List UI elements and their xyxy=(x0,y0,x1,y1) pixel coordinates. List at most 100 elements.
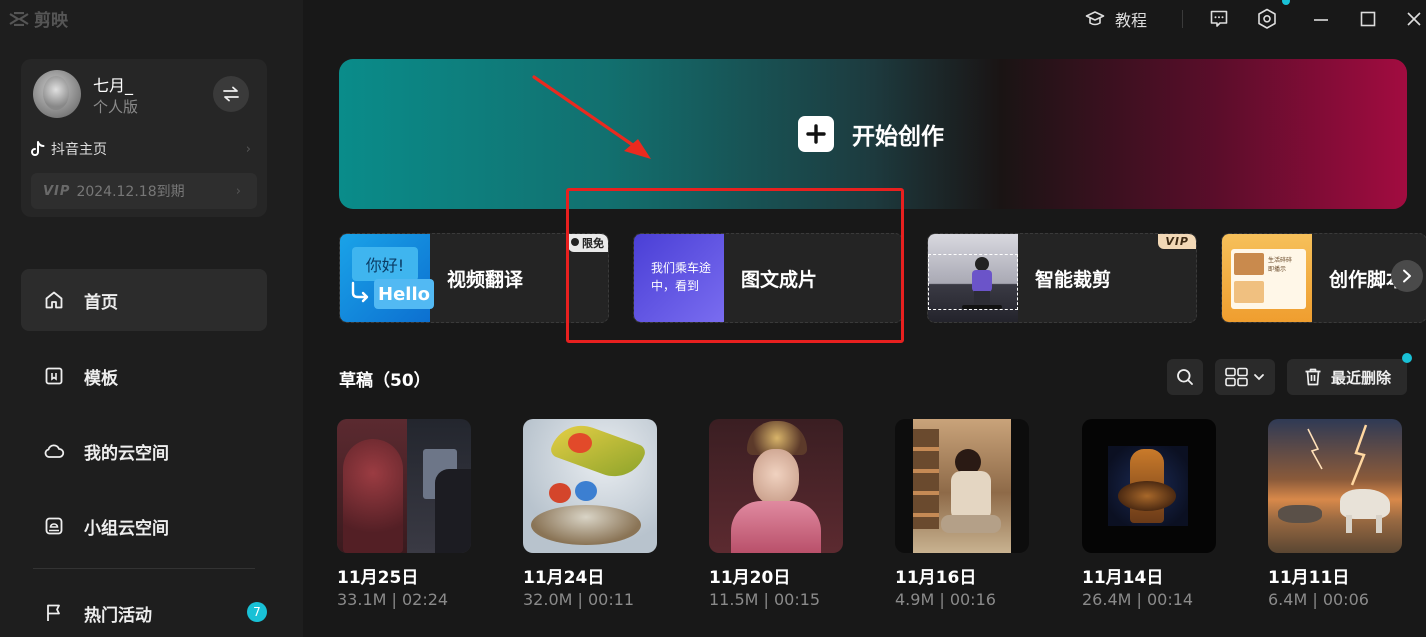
start-creating-button[interactable]: 开始创作 xyxy=(798,116,944,152)
draft-meta: 26.4M | 00:14 xyxy=(1082,590,1194,609)
maximize-icon xyxy=(1360,11,1376,27)
drafts-title: 草稿（50） xyxy=(339,371,431,391)
vip-badge-icon: VIP xyxy=(43,183,71,199)
user-card: 七月_ 个人版 抖音主页 › VIP 2024.12.18到期 › xyxy=(21,59,267,217)
app-logo: 剪映 xyxy=(8,6,68,31)
toolbar-divider xyxy=(1182,10,1183,28)
swap-icon xyxy=(223,86,239,102)
douyin-homepage-link[interactable]: 抖音主页 › xyxy=(31,137,257,161)
draft-card[interactable]: 11月11日 6.4M | 00:06 xyxy=(1268,419,1402,609)
template-icon xyxy=(43,365,65,387)
draft-date: 11月16日 xyxy=(895,568,977,588)
avatar[interactable] xyxy=(33,70,81,118)
draft-card[interactable]: 11月16日 4.9M | 00:16 xyxy=(895,419,1029,609)
nav-item-label: 热门活动 xyxy=(84,605,152,626)
title-bar: 教程 xyxy=(303,0,1426,40)
nav-item-my-cloud[interactable]: 我的云空间 xyxy=(21,420,267,482)
chevron-down-icon xyxy=(1254,374,1264,381)
draft-thumbnail[interactable] xyxy=(337,419,471,553)
draft-thumbnail[interactable] xyxy=(1268,419,1402,553)
draft-card[interactable]: 11月24日 32.0M | 00:11 xyxy=(523,419,657,609)
minimize-button[interactable] xyxy=(1313,6,1329,32)
feedback-button[interactable] xyxy=(1209,6,1229,32)
translate-bubble-b: Hello xyxy=(374,279,434,309)
draft-card[interactable]: 11月14日 26.4M | 00:14 xyxy=(1082,419,1216,609)
feedback-icon xyxy=(1210,10,1228,27)
draft-thumbnail[interactable] xyxy=(1082,419,1216,553)
nav-item-template[interactable]: 模板 xyxy=(21,345,267,407)
nav-item-label: 小组云空间 xyxy=(84,518,169,539)
capcut-logo-icon xyxy=(9,11,29,26)
script-sample-line-2: 即播示 xyxy=(1268,266,1287,273)
nav-item-group-cloud[interactable]: 小组云空间 xyxy=(21,495,267,557)
script-sample-line-1: 生活碎碎 xyxy=(1268,257,1293,264)
vip-status-row[interactable]: VIP 2024.12.18到期 › xyxy=(31,173,257,209)
chevron-right-icon: › xyxy=(245,141,251,157)
start-creating-label: 开始创作 xyxy=(852,124,944,150)
nav-item-hot-events[interactable]: 热门活动 7 xyxy=(21,582,267,637)
cloud-icon xyxy=(43,440,65,462)
draft-card[interactable]: 11月20日 11.5M | 00:15 xyxy=(709,419,843,609)
chevron-right-icon: › xyxy=(235,183,241,199)
douyin-label: 抖音主页 xyxy=(51,142,107,158)
switch-account-button[interactable] xyxy=(213,76,249,112)
search-icon xyxy=(1177,369,1193,385)
settings-hexagon-icon xyxy=(1258,8,1276,29)
annotation-highlight-box xyxy=(566,188,904,343)
arrow-turn-icon xyxy=(351,281,369,303)
recently-deleted-dot xyxy=(1402,353,1412,363)
start-creating-banner[interactable]: 开始创作 xyxy=(339,59,1407,209)
smart-crop-thumbnail xyxy=(928,234,1018,322)
feature-label: 视频翻译 xyxy=(447,269,524,291)
app-logo-text: 剪映 xyxy=(34,11,68,31)
draft-meta: 33.1M | 02:24 xyxy=(337,590,449,609)
close-button[interactable] xyxy=(1406,6,1422,32)
vip-badge: VIP xyxy=(1158,234,1196,249)
close-icon xyxy=(1407,12,1421,26)
home-icon xyxy=(43,289,65,311)
graduation-cap-icon xyxy=(1085,11,1105,26)
tutorial-label: 教程 xyxy=(1115,11,1148,30)
draft-thumbnail[interactable] xyxy=(709,419,843,553)
search-drafts-button[interactable] xyxy=(1167,359,1203,395)
draft-meta: 6.4M | 00:06 xyxy=(1268,590,1369,609)
tutorial-button[interactable]: 教程 xyxy=(1085,6,1147,32)
draft-meta: 4.9M | 00:16 xyxy=(895,590,996,609)
user-name: 七月_ xyxy=(93,76,134,95)
draft-meta: 11.5M | 00:15 xyxy=(709,590,821,609)
nav-item-home[interactable]: 首页 xyxy=(21,269,267,331)
draft-thumbnail[interactable] xyxy=(523,419,657,553)
video-translate-thumbnail: 你好! Hello xyxy=(340,234,434,322)
recently-deleted-label: 最近删除 xyxy=(1330,368,1391,387)
nav-item-label: 模板 xyxy=(84,368,118,389)
trash-icon xyxy=(1305,368,1321,386)
script-thumbnail: 生活碎碎 即播示 xyxy=(1222,234,1312,322)
nav-item-label: 我的云空间 xyxy=(84,443,169,464)
draft-date: 11月25日 xyxy=(337,568,419,588)
settings-button[interactable] xyxy=(1257,6,1277,32)
view-mode-dropdown[interactable] xyxy=(1215,359,1275,395)
draft-date: 11月20日 xyxy=(709,568,791,588)
douyin-icon xyxy=(31,141,45,156)
grid-view-icon xyxy=(1225,367,1248,387)
carousel-next-button[interactable] xyxy=(1391,260,1423,292)
draft-card[interactable]: 11月25日 33.1M | 02:24 xyxy=(337,419,471,609)
plus-icon xyxy=(798,116,834,152)
flag-icon xyxy=(43,602,65,624)
sidebar: 剪映 七月_ 个人版 抖音主页 › VIP 2024.12.18到期 › 首页 xyxy=(0,0,303,637)
maximize-button[interactable] xyxy=(1360,6,1376,32)
group-cloud-icon xyxy=(43,515,65,537)
feature-label: 智能裁剪 xyxy=(1035,269,1112,291)
user-edition: 个人版 xyxy=(93,98,139,116)
minimize-icon xyxy=(1314,19,1328,21)
translate-bubble-a: 你好! xyxy=(352,247,418,281)
draft-date: 11月11日 xyxy=(1268,568,1350,588)
chevron-right-icon xyxy=(1403,269,1411,283)
notification-badge: 7 xyxy=(247,602,267,622)
draft-meta: 32.0M | 00:11 xyxy=(523,590,635,609)
feature-card-smart-crop[interactable]: 智能裁剪 VIP xyxy=(927,233,1197,323)
settings-notification-dot xyxy=(1282,0,1290,5)
annotation-arrow-icon xyxy=(532,75,651,159)
recently-deleted-button[interactable]: 最近删除 xyxy=(1287,359,1407,395)
draft-thumbnail[interactable] xyxy=(895,419,1029,553)
